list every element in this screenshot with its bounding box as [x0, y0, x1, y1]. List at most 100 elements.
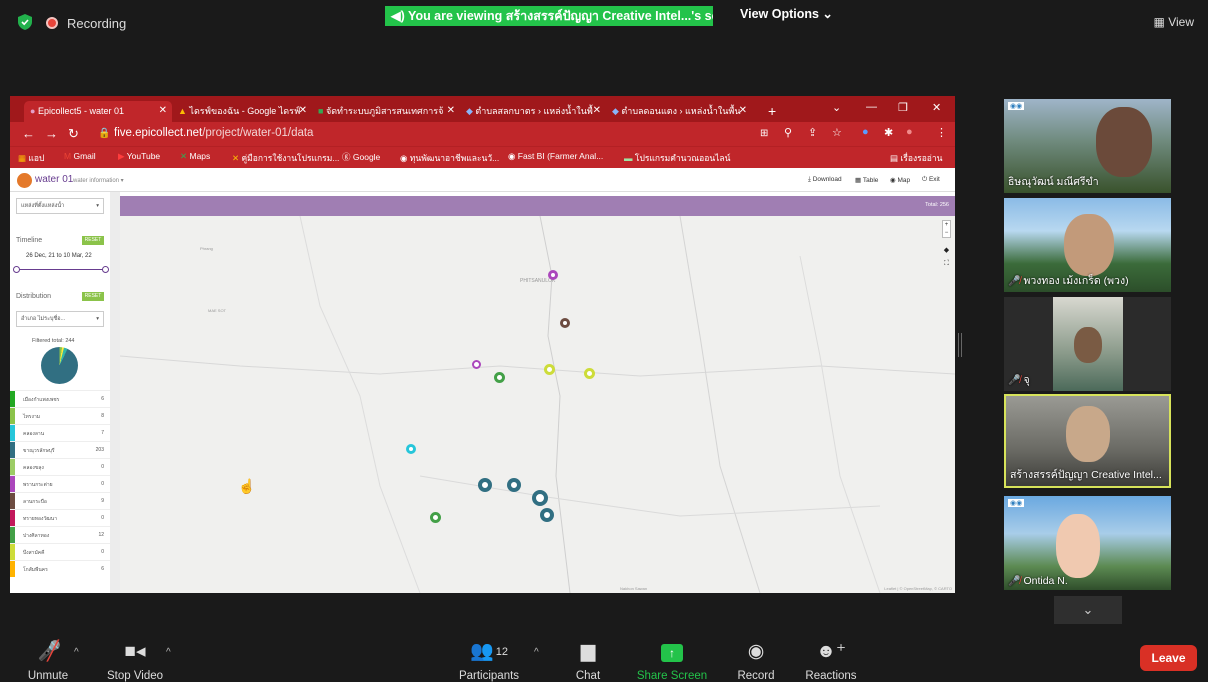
minimize-icon[interactable]: —: [866, 101, 877, 113]
map-marker[interactable]: [494, 372, 505, 383]
stop-video-button[interactable]: ■◂ Stop Video: [104, 640, 166, 682]
participant-tile[interactable]: ◉◉ 🎤̸ Ontida N.: [1004, 496, 1171, 590]
participant-tile[interactable]: 🎤̸ พวงทอง เม้งเกร็ด (พวง): [1004, 198, 1171, 292]
panel-resize-handle[interactable]: [958, 333, 962, 357]
zoom-icon[interactable]: ⚲: [784, 126, 792, 139]
project-subtitle[interactable]: water information ▾: [73, 177, 124, 184]
map-marker[interactable]: [560, 318, 570, 328]
puzzle-icon[interactable]: ✱: [884, 126, 893, 139]
shield-icon[interactable]: [18, 14, 32, 30]
translate-icon[interactable]: ⊞: [760, 128, 768, 139]
map-marker[interactable]: [532, 490, 548, 506]
exit-button[interactable]: ⏻ Exit: [922, 176, 940, 184]
map-marker[interactable]: [406, 444, 416, 454]
video-options-caret[interactable]: ^: [166, 647, 171, 658]
reading-list[interactable]: ▤ เรื่องรออ่าน: [890, 151, 943, 165]
distribution-select[interactable]: อำเภอ ไม่ระบุชื่อ... ▾: [16, 311, 104, 327]
map-marker[interactable]: [430, 512, 441, 523]
leave-button[interactable]: Leave: [1140, 645, 1197, 671]
view-options-button[interactable]: View Options ⌄: [740, 6, 833, 21]
browser-tab[interactable]: ◆ ตำบลสลกบาตร › แหล่งน้ำในพื้ ✕: [460, 101, 606, 122]
close-window-icon[interactable]: ✕: [932, 101, 941, 114]
slider-end-handle[interactable]: [102, 266, 109, 273]
back-icon[interactable]: ←: [22, 126, 35, 141]
participants-button[interactable]: 👥 12 Participants: [456, 640, 522, 682]
legend-row[interactable]: คลองขลุง 0: [10, 458, 110, 475]
legend-row[interactable]: ไทรงาม 8: [10, 407, 110, 424]
view-button[interactable]: ▦ View: [1154, 15, 1194, 29]
bookmark-gmail[interactable]: M Gmail: [64, 151, 96, 161]
reactions-button[interactable]: ☻⁺ Reactions: [803, 640, 859, 682]
browser-tab[interactable]: ■ จัดทำระบบภูมิสารสนเทศการจ้ ✕: [312, 101, 460, 122]
fullscreen-icon[interactable]: ⛶: [942, 259, 951, 268]
close-icon[interactable]: ✕: [593, 101, 601, 121]
map-marker[interactable]: [472, 360, 481, 369]
close-icon[interactable]: ✕: [739, 101, 747, 121]
map-button[interactable]: ◉ Map: [890, 176, 910, 184]
more-participants-button[interactable]: ⌄: [1054, 596, 1122, 624]
bookmark-maps[interactable]: ✕ Maps: [180, 151, 210, 162]
timeline-slider[interactable]: [16, 269, 106, 270]
map-marker[interactable]: [544, 364, 555, 375]
legend-row[interactable]: บึงสามัคคี 0: [10, 543, 110, 560]
participant-tile[interactable]: 🎤̸ จุ: [1004, 297, 1171, 391]
chat-button[interactable]: ▆ Chat: [571, 640, 605, 682]
project-name[interactable]: water 01: [35, 174, 73, 185]
close-icon[interactable]: ✕: [159, 101, 167, 121]
record-button[interactable]: ◉ Record: [733, 640, 779, 682]
bookmark-calculator[interactable]: ▬ โปรแกรมคำนวณออนไลน์: [624, 151, 730, 165]
map-marker[interactable]: [478, 478, 492, 492]
profile-icon[interactable]: ●: [906, 126, 913, 138]
sidebar-scrollbar[interactable]: [110, 192, 120, 593]
unmute-button[interactable]: 🎤╱ Unmute: [26, 640, 70, 682]
legend-row[interactable]: ปางศิลาทอง 12: [10, 526, 110, 543]
map-marker[interactable]: [548, 270, 558, 280]
share-screen-button[interactable]: ↑ Share Screen: [634, 640, 710, 682]
close-icon[interactable]: ✕: [299, 101, 307, 121]
bookmark-fund[interactable]: ◉ ทุนพัฒนาอาชีพและนวั...: [400, 151, 499, 165]
legend-row[interactable]: ลานกระบือ 9: [10, 492, 110, 509]
bookmark-apps[interactable]: ▦ แอป: [18, 151, 44, 165]
map-marker[interactable]: [584, 368, 595, 379]
extension-icon[interactable]: ●: [862, 126, 869, 138]
bookmark-fastbi[interactable]: ◉ Fast BI (Farmer Anal...: [508, 151, 603, 162]
legend-row[interactable]: เมืองกำแพงเพชร 6: [10, 390, 110, 407]
close-icon[interactable]: ✕: [447, 101, 455, 121]
form-select[interactable]: แหล่งที่ตั้งแหล่งน้ำ ▾: [16, 198, 104, 214]
tab-search-icon[interactable]: ⌄: [832, 101, 841, 114]
bookmark-youtube[interactable]: ▶ YouTube: [118, 151, 160, 162]
timeline-reset-button[interactable]: RESET: [82, 236, 104, 245]
browser-tab[interactable]: ▲ ไดรฟ์ของฉัน - Google ไดรฟ์ ✕: [172, 101, 312, 122]
new-tab-button[interactable]: +: [762, 101, 782, 122]
legend-row[interactable]: ทรายทองวัฒนา 0: [10, 509, 110, 526]
distribution-reset-button[interactable]: RESET: [82, 292, 104, 301]
participant-tile[interactable]: ◉◉ ธิษณุวัฒน์ มณีศรีขำ: [1004, 99, 1171, 193]
audio-options-caret[interactable]: ^: [74, 647, 79, 658]
download-button[interactable]: ⤓ Download: [808, 176, 842, 184]
bookmark-manual[interactable]: ✕ คู่มือการใช้งานโปรแกรม...: [232, 151, 339, 165]
reload-icon[interactable]: ↻: [68, 126, 79, 142]
slider-start-handle[interactable]: [13, 266, 20, 273]
table-button[interactable]: ▦ Table: [855, 176, 878, 184]
menu-kebab-icon[interactable]: ⋮: [936, 126, 947, 139]
participants-caret[interactable]: ^: [534, 647, 539, 658]
participant-tile-active[interactable]: สร้างสรรค์ปัญญา Creative Intel...: [1004, 394, 1171, 488]
recording-label[interactable]: Recording: [67, 16, 126, 31]
forward-icon[interactable]: →: [45, 126, 58, 141]
bookmark-star-icon[interactable]: ☆: [832, 126, 842, 139]
map-marker[interactable]: [507, 478, 521, 492]
share-icon[interactable]: ⇪: [808, 126, 817, 139]
layers-icon[interactable]: ◆: [942, 246, 951, 255]
map-view[interactable]: PHITSANULOK MAE SOT Phrang Nakhon Sawan …: [120, 216, 955, 593]
map-marker[interactable]: [540, 508, 554, 522]
restore-icon[interactable]: ❐: [898, 101, 908, 114]
legend-row[interactable]: พรานกระต่าย 0: [10, 475, 110, 492]
browser-tab[interactable]: ◆ ตำบลดอนแตง › แหล่งน้ำในพื้น ✕: [606, 101, 752, 122]
legend-row[interactable]: ขาณุวรลักษบุรี 203: [10, 441, 110, 458]
legend-row[interactable]: คลองลาน 7: [10, 424, 110, 441]
url-field[interactable]: five.epicollect.net/project/water-01/dat…: [114, 127, 313, 139]
map-zoom-control[interactable]: + −: [942, 220, 951, 238]
bookmark-google[interactable]: ⓖ Google: [342, 151, 380, 163]
legend-row[interactable]: โกสัมพีนคร 6: [10, 560, 110, 577]
browser-tab[interactable]: ● Epicollect5 - water 01 ✕: [24, 101, 172, 122]
